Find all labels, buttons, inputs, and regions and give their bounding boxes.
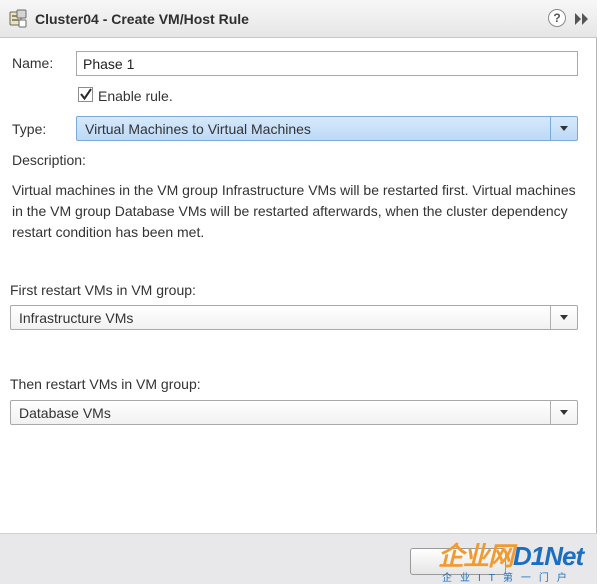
first-restart-label: First restart VMs in VM group: <box>10 282 196 298</box>
help-icon[interactable]: ? <box>548 9 566 27</box>
watermark-text-blue: D1Net <box>513 541 584 571</box>
watermark-text-orange: 企业网 <box>438 541 514 571</box>
description-text: Virtual machines in the VM group Infrast… <box>12 182 576 240</box>
chevron-down-icon[interactable] <box>550 117 577 140</box>
cluster-rule-icon <box>8 9 28 29</box>
description-label: Description: <box>12 152 86 168</box>
chevron-down-icon[interactable] <box>550 401 577 424</box>
then-restart-group-value: Database VMs <box>19 405 111 421</box>
dialog-title: Cluster04 - Create VM/Host Rule <box>35 11 249 27</box>
type-select-value: Virtual Machines to Virtual Machines <box>85 121 311 137</box>
type-select[interactable]: Virtual Machines to Virtual Machines <box>76 116 578 141</box>
name-label: Name: <box>12 55 54 71</box>
watermark-subtitle: 企业IT第一门户 <box>442 573 575 584</box>
first-restart-group-select[interactable]: Infrastructure VMs <box>10 305 578 330</box>
watermark-logo: 企业网D1Net 企业IT第一门户 <box>438 536 600 584</box>
double-chevron-right-icon[interactable] <box>574 12 590 26</box>
enable-rule-label: Enable rule. <box>98 88 173 104</box>
create-vm-host-rule-dialog: Cluster04 - Create VM/Host Rule ? Name: … <box>0 0 597 584</box>
chevron-down-icon[interactable] <box>550 306 577 329</box>
then-restart-group-select[interactable]: Database VMs <box>10 400 578 425</box>
then-restart-label: Then restart VMs in VM group: <box>10 376 201 392</box>
enable-rule-checkbox[interactable] <box>78 87 93 102</box>
name-field[interactable] <box>76 51 578 76</box>
type-label: Type: <box>12 121 47 137</box>
dialog-titlebar: Cluster04 - Create VM/Host Rule ? <box>0 0 597 38</box>
first-restart-group-value: Infrastructure VMs <box>19 310 134 326</box>
